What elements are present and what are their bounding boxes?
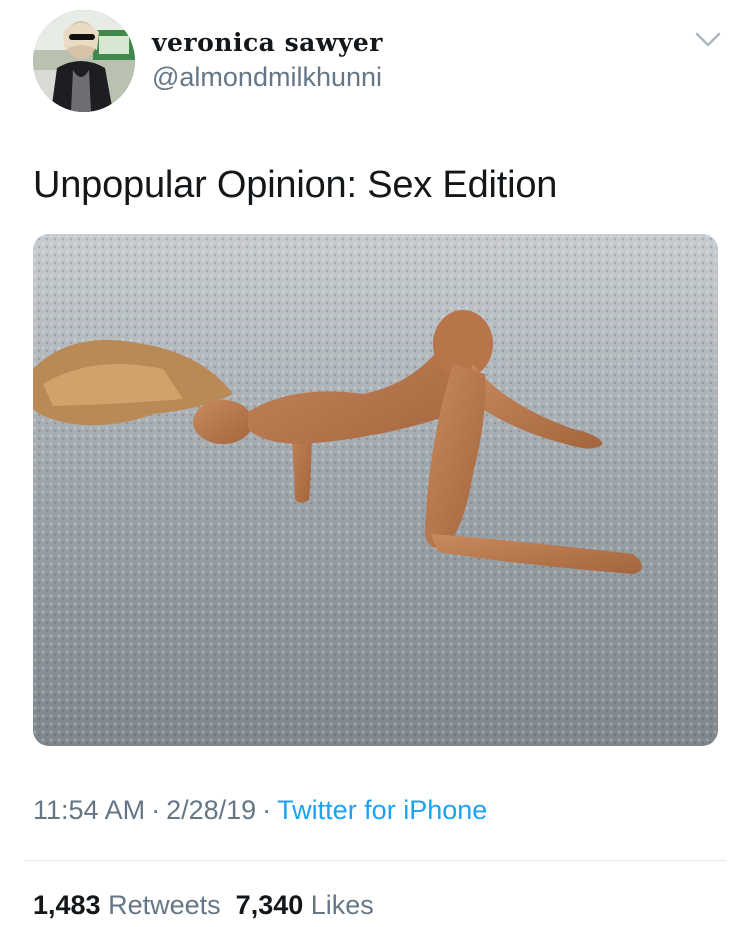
avatar-photo — [33, 10, 135, 112]
author-display-name[interactable]: veronica sawyer — [152, 28, 383, 57]
tweet-source-link[interactable]: Twitter for iPhone — [277, 795, 487, 825]
likes-count: 7,340 — [235, 890, 304, 920]
retweets-label: Retweets — [108, 890, 221, 920]
author-handle[interactable]: @almondmilkhunni — [152, 62, 382, 93]
tweet-time[interactable]: 11:54 AM — [33, 795, 145, 825]
media-photo — [33, 234, 718, 746]
tweet-date[interactable]: 2/28/19 — [166, 795, 256, 825]
tweet-text: Unpopular Opinion: Sex Edition — [33, 164, 558, 206]
meta-separator: · — [151, 795, 161, 825]
chevron-down-icon[interactable] — [694, 30, 722, 50]
avatar[interactable] — [33, 10, 135, 112]
tweet-meta: 11:54 AM · 2/28/19 · Twitter for iPhone — [33, 795, 487, 826]
likes-stat[interactable]: 7,340 Likes — [236, 890, 374, 920]
retweets-stat[interactable]: 1,483 Retweets — [33, 890, 221, 920]
retweets-count: 1,483 — [33, 890, 101, 920]
tweet-stats: 1,483 Retweets 7,340 Likes — [33, 890, 374, 921]
divider — [24, 860, 726, 861]
meta-separator: · — [262, 795, 272, 825]
likes-label: Likes — [310, 890, 374, 920]
tweet-media-image[interactable] — [33, 234, 718, 746]
